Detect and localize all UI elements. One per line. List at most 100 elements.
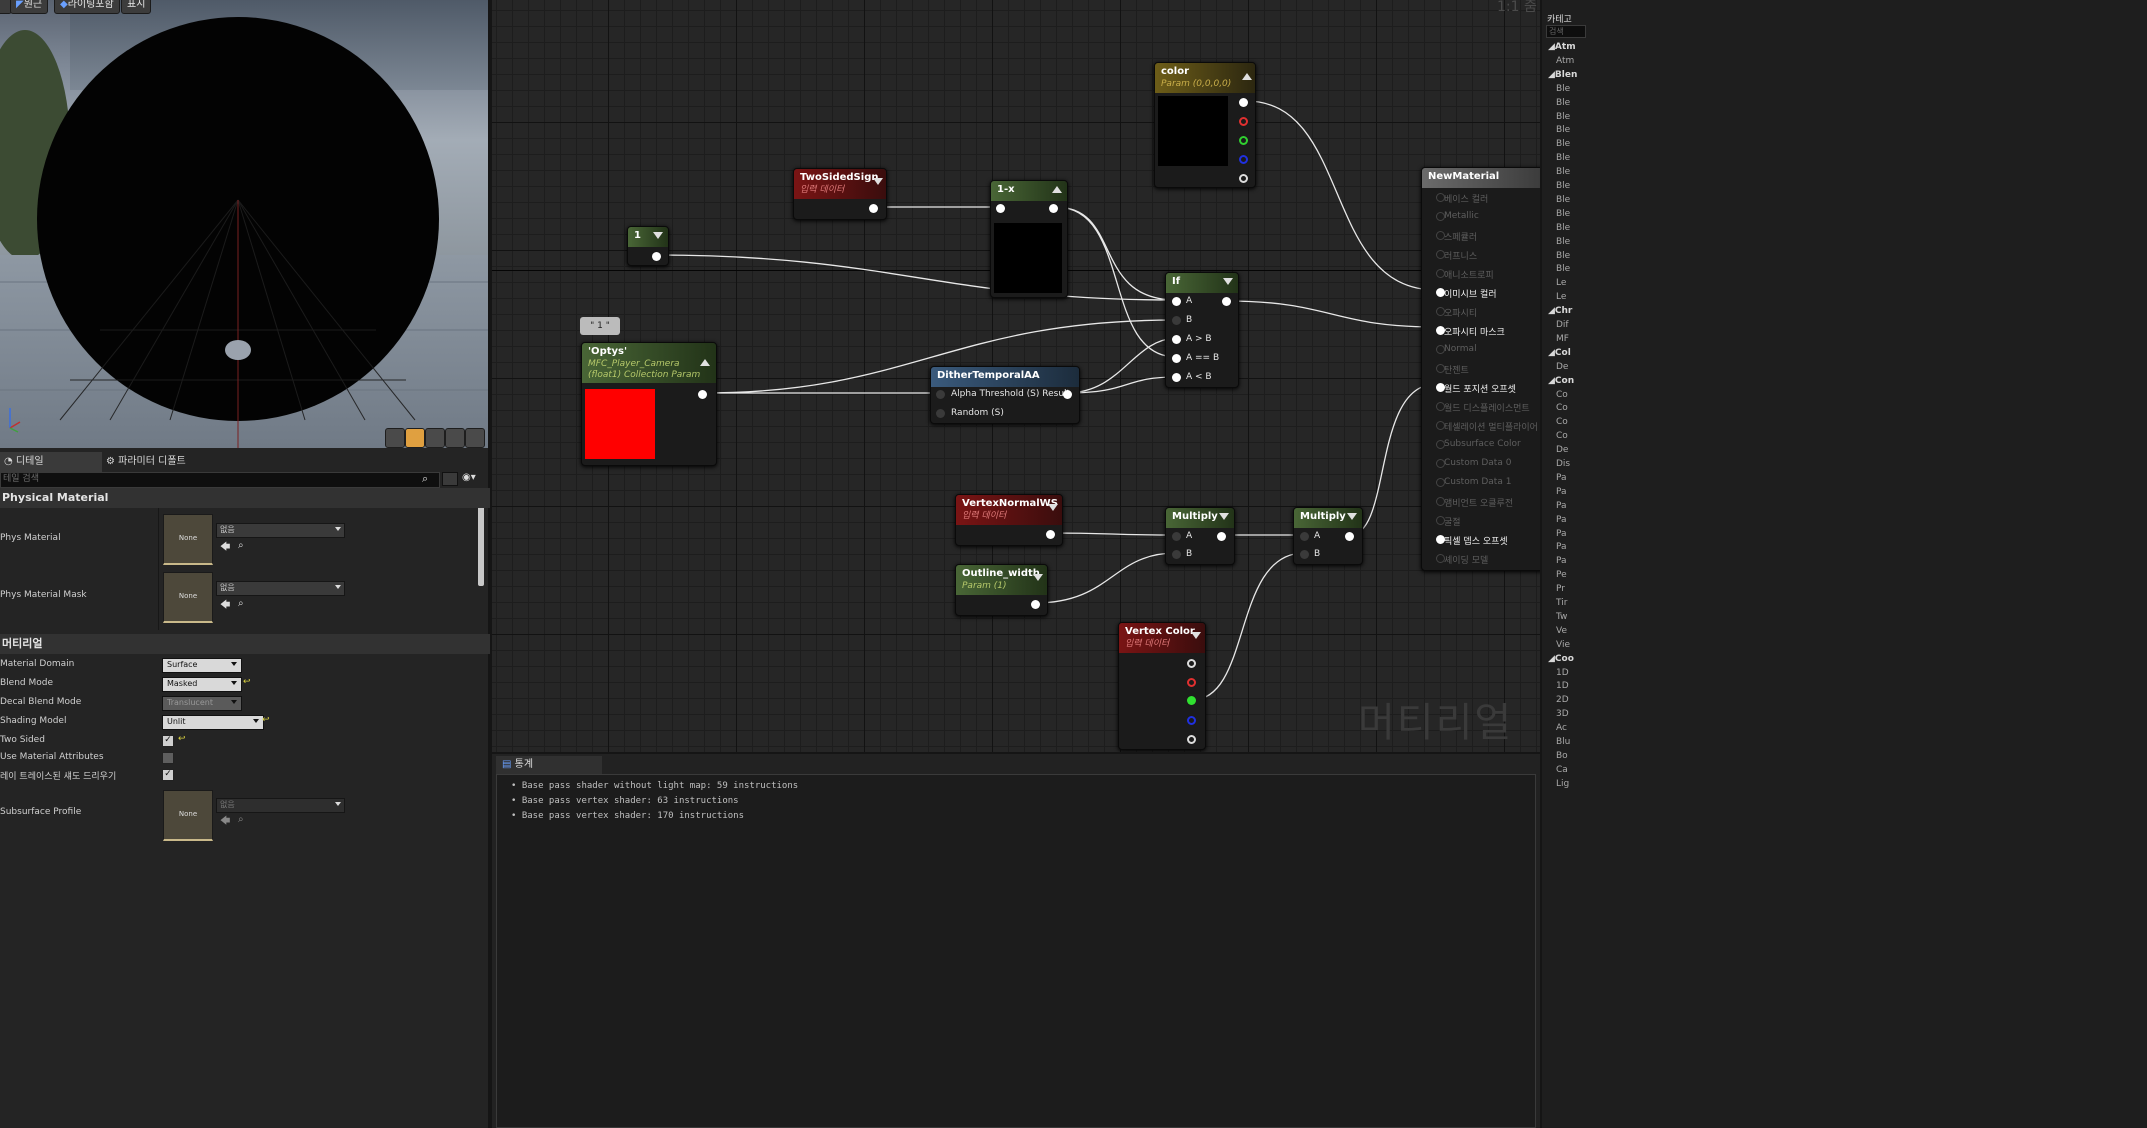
palette-item[interactable]: Pa — [1556, 556, 1567, 566]
input-pin-a[interactable] — [1172, 297, 1181, 306]
palette-item[interactable]: Pa — [1556, 515, 1567, 525]
node-outline-width-param[interactable]: Outline_width Param (1) — [955, 564, 1048, 616]
input-pin[interactable] — [1436, 478, 1445, 487]
palette-item[interactable]: Blu — [1556, 737, 1570, 747]
palette-search-input[interactable]: 검색 — [1546, 25, 1586, 38]
palette-item[interactable]: Le — [1556, 278, 1566, 288]
input-pin-b[interactable] — [1172, 550, 1181, 559]
palette-item[interactable]: 2D — [1556, 695, 1569, 705]
input-pin[interactable] — [1436, 516, 1445, 525]
physical-material-header[interactable]: Physical Material — [0, 488, 490, 508]
palette-item[interactable]: Pa — [1556, 473, 1567, 483]
material-input-row[interactable]: 월드 디스플레이스먼트 — [1436, 401, 1530, 414]
use-selected-icon[interactable]: 🡄 — [220, 598, 230, 615]
output-pin[interactable] — [1222, 297, 1231, 306]
preview-plane-button[interactable] — [425, 428, 445, 448]
decal-blend-mode-select[interactable]: Translucent — [162, 696, 242, 711]
palette-item[interactable]: Ble — [1556, 195, 1570, 205]
show-button[interactable]: 표시 — [121, 0, 152, 14]
material-input-row[interactable]: 앰비언트 오클루전 — [1436, 496, 1513, 509]
palette-item[interactable]: Pr — [1556, 584, 1565, 594]
palette-item[interactable]: 3D — [1556, 709, 1569, 719]
output-pin-a[interactable] — [1187, 735, 1196, 744]
material-input-row[interactable]: Custom Data 1 — [1436, 477, 1511, 487]
eye-icon[interactable]: ◉▾ — [462, 472, 476, 483]
palette-item[interactable]: De — [1556, 362, 1568, 372]
input-pin-agtb[interactable] — [1172, 335, 1181, 344]
input-pin[interactable] — [1436, 554, 1445, 563]
input-pin[interactable] — [1436, 497, 1445, 506]
tab-stats[interactable]: ▤ 통계 — [496, 756, 602, 774]
tab-details[interactable]: ◔ 디테일 — [0, 452, 102, 472]
palette-item[interactable]: Co — [1556, 390, 1568, 400]
input-pin[interactable] — [1436, 440, 1445, 449]
palette-item[interactable]: Lig — [1556, 779, 1569, 789]
palette-item[interactable]: Ble — [1556, 181, 1570, 191]
collapse-icon[interactable] — [1347, 513, 1357, 520]
palette-item[interactable]: Vie — [1556, 640, 1570, 650]
material-input-row[interactable]: Subsurface Color — [1436, 439, 1521, 449]
output-pin[interactable] — [1217, 532, 1226, 541]
collapse-icon[interactable] — [1219, 513, 1229, 520]
palette-category[interactable]: ◢Coo — [1548, 654, 1574, 664]
node-color-param[interactable]: color Param (0,0,0,0) — [1154, 62, 1256, 188]
node-multiply-1[interactable]: Multiply A B — [1165, 507, 1235, 565]
palette-item[interactable]: Ble — [1556, 125, 1570, 135]
palette-item[interactable]: Ble — [1556, 84, 1570, 94]
palette-item[interactable]: Ble — [1556, 98, 1570, 108]
preview-sphere-button[interactable] — [405, 428, 425, 448]
shading-model-select[interactable]: Unlit — [162, 715, 264, 730]
material-input-row[interactable]: 스페큘러 — [1436, 230, 1477, 243]
output-pin[interactable] — [1049, 204, 1058, 213]
input-pin-b[interactable] — [1172, 316, 1181, 325]
material-graph[interactable]: 1:1 줌 머티리얼 color Param (0,0,0,0) TwoSide… — [492, 0, 1540, 752]
node-vertex-normal-ws[interactable]: VertexNormalWS 입력 데이터 — [955, 494, 1063, 546]
details-search-input[interactable]: 테일 검색 — [0, 472, 440, 488]
material-input-row[interactable]: 탄젠트 — [1436, 363, 1469, 376]
material-input-row[interactable]: Custom Data 0 — [1436, 458, 1511, 468]
output-pin-b[interactable] — [1239, 155, 1248, 164]
use-selected-icon[interactable]: 🡄 — [220, 540, 230, 557]
perspective-button[interactable]: ◤원근 — [10, 0, 49, 14]
output-pin[interactable] — [869, 204, 878, 213]
input-pin[interactable] — [1436, 250, 1445, 259]
palette-item[interactable]: Pa — [1556, 501, 1567, 511]
output-pin-g[interactable] — [1239, 136, 1248, 145]
comment-bubble[interactable]: " 1 " — [580, 317, 620, 335]
input-pin[interactable] — [1436, 364, 1445, 373]
palette-item[interactable]: Ble — [1556, 167, 1570, 177]
material-domain-select[interactable]: Surface — [162, 658, 242, 673]
material-input-row[interactable]: 셰이딩 모델 — [1436, 553, 1488, 566]
palette-category[interactable]: ◢Col — [1548, 348, 1571, 358]
input-pin[interactable] — [1436, 307, 1445, 316]
phys-material-mask-thumbnail[interactable]: None — [163, 572, 213, 623]
input-pin[interactable] — [1436, 421, 1445, 430]
material-header[interactable]: 머티리얼 — [0, 634, 490, 654]
palette-item[interactable]: Co — [1556, 431, 1568, 441]
reset-to-default-icon[interactable]: ↩ — [262, 715, 270, 725]
collapse-icon[interactable] — [1223, 278, 1233, 285]
preview-cube-button[interactable] — [445, 428, 465, 448]
input-pin-altb[interactable] — [1172, 373, 1181, 382]
output-pin[interactable] — [698, 390, 707, 399]
collapse-icon[interactable] — [700, 359, 710, 366]
material-input-row[interactable]: 베이스 컬러 — [1436, 192, 1488, 205]
browse-icon[interactable]: ⌕ — [238, 540, 244, 551]
output-pin-rgb[interactable] — [1239, 98, 1248, 107]
palette-item[interactable]: Pa — [1556, 542, 1567, 552]
subsurface-profile-dropdown[interactable]: 없음 — [216, 798, 345, 813]
blend-mode-select[interactable]: Masked — [162, 677, 242, 692]
grid-view-icon[interactable] — [442, 472, 458, 486]
use-selected-icon[interactable]: 🡄 — [220, 814, 230, 831]
palette-item[interactable]: 1D — [1556, 681, 1569, 691]
cast-ray-traced-shadows-checkbox[interactable]: ✓ — [162, 769, 174, 781]
reset-to-default-icon[interactable]: ↩ — [178, 734, 186, 744]
output-pin-b[interactable] — [1187, 716, 1196, 725]
palette-item[interactable]: Tw — [1556, 612, 1567, 622]
phys-material-mask-dropdown[interactable]: 없음 — [216, 581, 345, 596]
input-pin[interactable] — [1436, 193, 1445, 202]
collapse-icon[interactable] — [1052, 186, 1062, 193]
node-dither-temporal-aa[interactable]: DitherTemporalAA Alpha Threshold (S) Res… — [930, 366, 1080, 424]
palette-item[interactable]: Le — [1556, 292, 1566, 302]
preview-cylinder-button[interactable] — [385, 428, 405, 448]
